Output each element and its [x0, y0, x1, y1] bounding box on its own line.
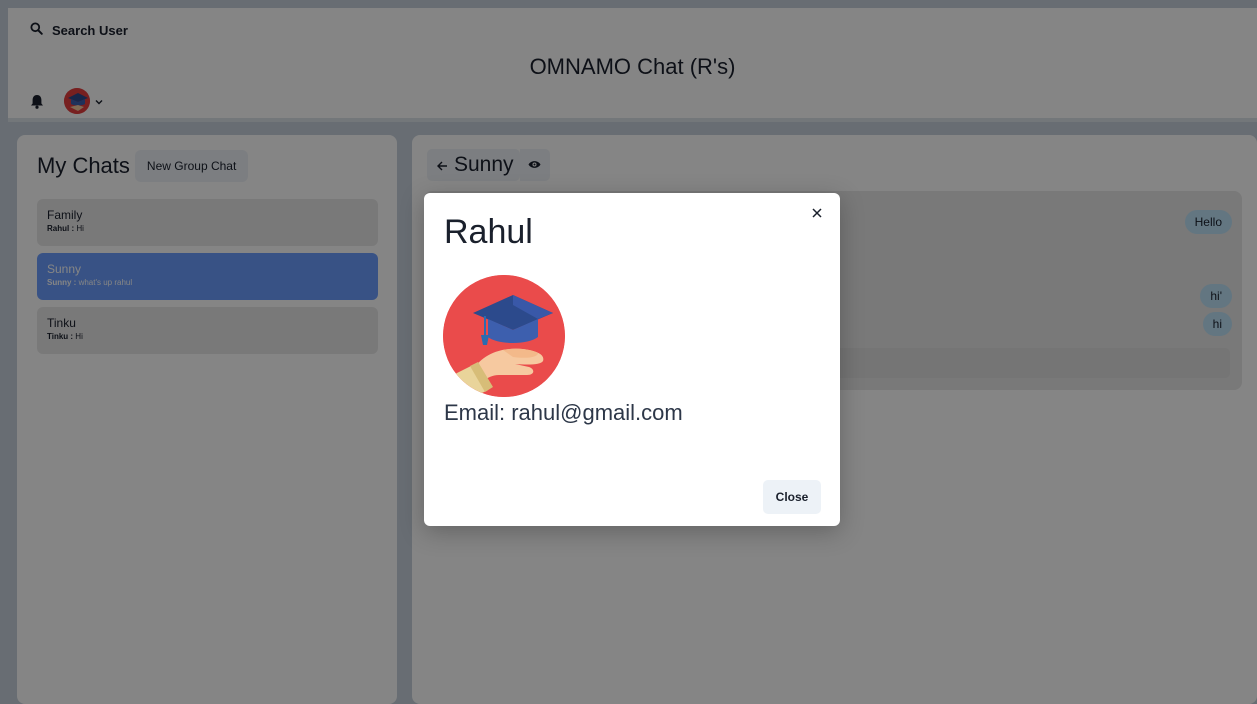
close-icon[interactable]: [809, 205, 825, 221]
profile-picture: [443, 275, 565, 397]
profile-email: Email: rahul@gmail.com: [444, 400, 683, 425]
close-button[interactable]: Close: [763, 480, 821, 514]
modal-title: Rahul: [444, 213, 533, 251]
profile-modal: Rahul Email: rahul@gmail.com Close: [424, 193, 840, 526]
